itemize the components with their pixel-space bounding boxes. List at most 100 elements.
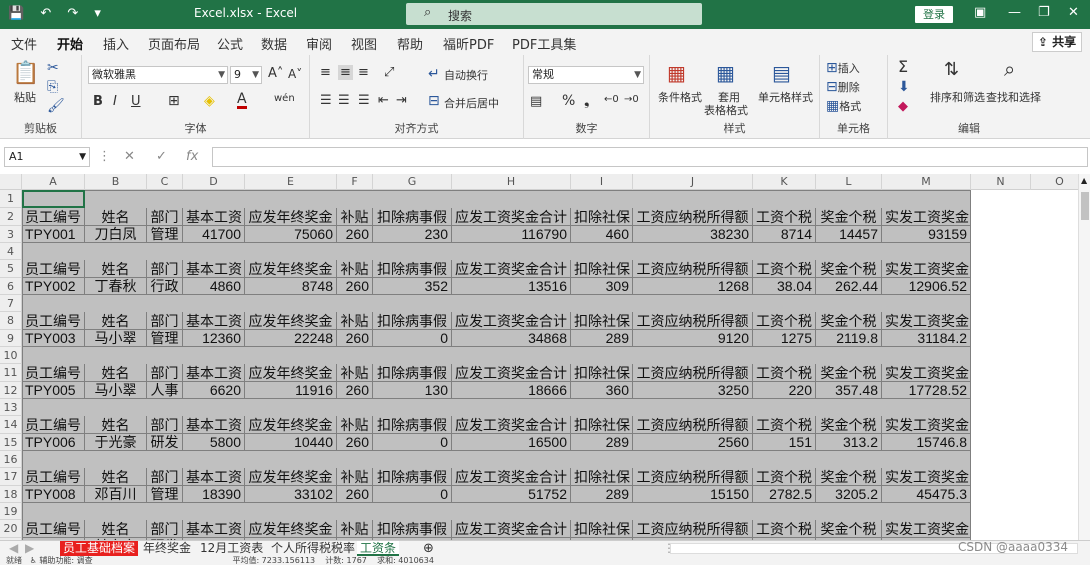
data-cell[interactable]: 289 [571, 434, 633, 451]
column-header-c[interactable]: C [147, 174, 183, 190]
data-cell[interactable]: 0 [373, 434, 452, 451]
header-cell[interactable]: 扣除社保 [571, 364, 633, 382]
header-cell[interactable]: 扣除病事假 [373, 520, 452, 538]
prev-sheet-icon[interactable]: ◀ [6, 541, 21, 556]
sheet-tab-december-salary[interactable]: 12月工资表 [197, 541, 266, 556]
fill-icon[interactable]: ⬇ [898, 79, 910, 95]
data-cell[interactable]: 116790 [452, 226, 571, 243]
header-cell[interactable]: 工资个税 [753, 208, 816, 226]
data-cell[interactable]: 230 [373, 226, 452, 243]
header-cell[interactable]: 工资应纳税所得额 [633, 416, 753, 434]
format-cells-button[interactable]: ▦格式 [826, 98, 861, 114]
row-header-11[interactable]: 11 [0, 364, 22, 382]
header-cell[interactable]: 部门 [147, 468, 183, 486]
header-cell[interactable]: 基本工资 [183, 468, 245, 486]
column-header-o[interactable]: O [1031, 174, 1078, 190]
increase-indent-icon[interactable]: ⇥ [396, 93, 407, 108]
header-cell[interactable]: 部门 [147, 208, 183, 226]
data-cell[interactable]: 16500 [452, 434, 571, 451]
tab-review[interactable]: 审阅 [306, 34, 332, 53]
data-cell[interactable]: 352 [373, 278, 452, 295]
tab-home[interactable]: 开始 [57, 34, 84, 59]
scroll-up-icon[interactable]: ▲ [1081, 176, 1087, 185]
quick-access-toolbar[interactable]: 💾 ↶ ↷ ▾ [8, 6, 107, 21]
header-cell[interactable]: 实发工资奖金 [882, 260, 971, 278]
header-cell[interactable]: 工资个税 [753, 364, 816, 382]
data-cell[interactable]: 15746.8 [882, 434, 971, 451]
header-cell[interactable]: 姓名 [85, 208, 147, 226]
format-table-button-line2[interactable]: 表格格式 [704, 102, 748, 118]
data-cell[interactable]: 31184.2 [882, 330, 971, 347]
header-cell[interactable]: 奖金个税 [816, 364, 882, 382]
restore-icon[interactable]: ❐ [1038, 5, 1050, 20]
column-header-d[interactable]: D [183, 174, 245, 190]
insert-function-icon[interactable]: fx [186, 149, 198, 164]
font-name-select[interactable]: 微软雅黑 ▼ [88, 66, 228, 84]
header-cell[interactable]: 应发工资奖金合计 [452, 312, 571, 330]
tab-foxit-pdf[interactable]: 福昕PDF [443, 34, 494, 53]
column-header-k[interactable]: K [753, 174, 816, 190]
column-header-i[interactable]: I [571, 174, 633, 190]
header-cell[interactable]: 补贴 [337, 312, 373, 330]
conditional-format-icon[interactable]: ▦ [667, 61, 686, 85]
copy-icon[interactable]: ⎘ [47, 79, 58, 95]
header-cell[interactable]: 实发工资奖金 [882, 416, 971, 434]
header-cell[interactable]: 工资应纳税所得额 [633, 208, 753, 226]
header-cell[interactable]: 工资个税 [753, 260, 816, 278]
data-cell[interactable]: 2782.5 [753, 486, 816, 503]
header-cell[interactable]: 补贴 [337, 208, 373, 226]
autosum-icon[interactable]: Σ [898, 57, 908, 76]
cell-styles-icon[interactable]: ▤ [772, 61, 791, 85]
header-cell[interactable]: 基本工资 [183, 520, 245, 538]
data-cell[interactable]: 马小翠 [85, 382, 147, 399]
data-cell[interactable]: 邓百川 [85, 486, 147, 503]
data-cell[interactable]: 357.48 [816, 382, 882, 399]
data-cell[interactable]: TPY005 [22, 382, 85, 399]
header-cell[interactable]: 员工编号 [22, 312, 85, 330]
header-cell[interactable]: 奖金个税 [816, 468, 882, 486]
header-cell[interactable]: 奖金个税 [816, 208, 882, 226]
sheet-tab-employee-basics[interactable]: 员工基础档案 [60, 541, 139, 556]
data-cell[interactable]: 460 [571, 226, 633, 243]
tab-help[interactable]: 帮助 [397, 34, 423, 53]
data-cell[interactable]: 18390 [183, 486, 245, 503]
column-header-e[interactable]: E [245, 174, 337, 190]
search-box[interactable]: ⌕ 搜索 [406, 3, 702, 25]
data-cell[interactable]: 17728.52 [882, 382, 971, 399]
data-cell[interactable]: 75060 [245, 226, 337, 243]
header-cell[interactable]: 应发工资奖金合计 [452, 416, 571, 434]
data-cell[interactable]: TPY001 [22, 226, 85, 243]
cancel-icon[interactable]: ✕ [124, 149, 135, 164]
merge-center-icon[interactable]: ⊟ [428, 93, 440, 109]
header-cell[interactable]: 基本工资 [183, 208, 245, 226]
data-cell[interactable]: 262.44 [816, 278, 882, 295]
data-cell[interactable]: 260 [337, 330, 373, 347]
merge-center-button[interactable]: 合并后居中 [444, 95, 499, 111]
paste-button[interactable]: 粘贴 [14, 89, 36, 105]
delete-cells-button[interactable]: ⊟删除 [826, 79, 860, 95]
data-cell[interactable]: 1268 [633, 278, 753, 295]
formula-input[interactable] [212, 147, 1088, 167]
header-cell[interactable]: 应发工资奖金合计 [452, 260, 571, 278]
data-cell[interactable]: 6620 [183, 382, 245, 399]
header-cell[interactable]: 姓名 [85, 312, 147, 330]
header-cell[interactable]: 工资个税 [753, 468, 816, 486]
header-cell[interactable]: 姓名 [85, 364, 147, 382]
data-cell[interactable]: 9120 [633, 330, 753, 347]
header-cell[interactable]: 奖金个税 [816, 260, 882, 278]
header-cell[interactable]: 扣除病事假 [373, 208, 452, 226]
row-header-18[interactable]: 18 [0, 486, 22, 503]
header-cell[interactable]: 基本工资 [183, 364, 245, 382]
data-cell[interactable]: 289 [571, 486, 633, 503]
increase-font-icon[interactable]: A˄ [268, 66, 283, 81]
header-cell[interactable]: 补贴 [337, 468, 373, 486]
tab-file[interactable]: 文件 [11, 34, 37, 53]
header-cell[interactable]: 姓名 [85, 260, 147, 278]
header-cell[interactable]: 工资应纳税所得额 [633, 468, 753, 486]
data-cell[interactable]: 马小翠 [85, 330, 147, 347]
header-cell[interactable]: 实发工资奖金 [882, 312, 971, 330]
align-left-icon[interactable]: ☰ [320, 93, 332, 108]
wrap-text-button[interactable]: 自动换行 [444, 67, 488, 83]
header-cell[interactable]: 员工编号 [22, 520, 85, 538]
enter-icon[interactable]: ✓ [156, 149, 167, 164]
